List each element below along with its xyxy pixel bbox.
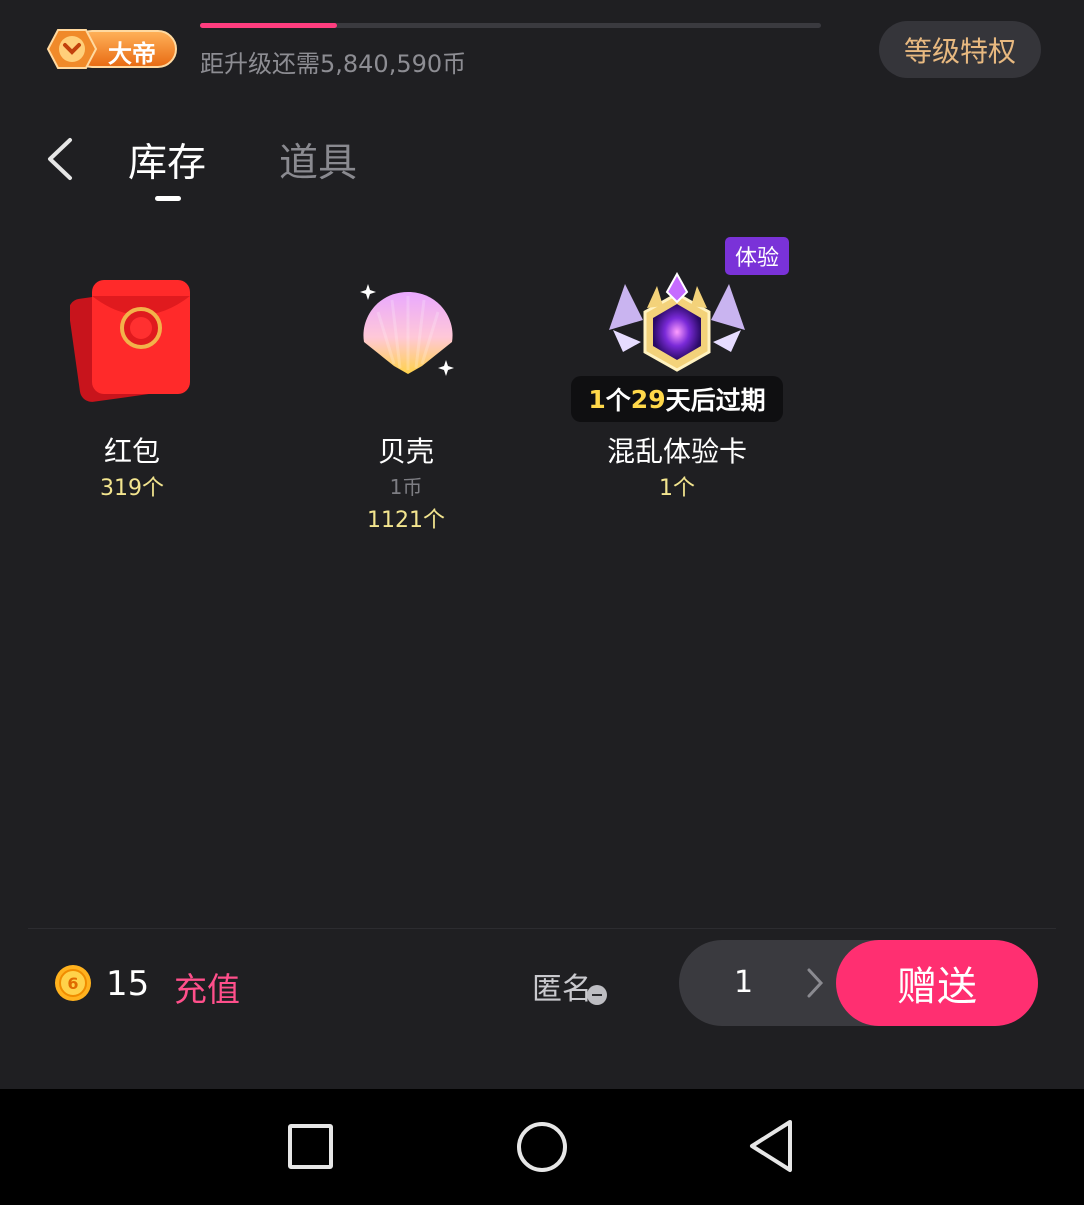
- square-recent-icon[interactable]: [288, 1124, 333, 1169]
- active-tab-indicator: [155, 196, 181, 201]
- expire-days-suffix: 天后过期: [665, 386, 766, 415]
- red-envelope-icon: [68, 276, 196, 406]
- shell-icon: [356, 282, 460, 386]
- item-price: 1币: [389, 475, 423, 499]
- anonymous-label[interactable]: 匿名: [532, 964, 592, 1008]
- recharge-button[interactable]: 充值: [174, 963, 240, 1011]
- item-count: 319个: [100, 476, 164, 501]
- item-name: 红包: [103, 435, 160, 468]
- item-count: 1121个: [367, 508, 445, 533]
- bottom-divider: [28, 928, 1056, 929]
- inventory-item-red-envelope[interactable]: 红包 319个: [52, 268, 212, 501]
- svg-text:6: 6: [67, 974, 78, 993]
- tab-props[interactable]: 道具: [279, 132, 357, 188]
- level-privilege-button[interactable]: 等级特权: [879, 21, 1041, 78]
- coin-balance: 15: [106, 964, 150, 1004]
- triangle-back-icon[interactable]: [746, 1118, 796, 1174]
- trial-tag: 体验: [725, 237, 789, 275]
- chevron-right-icon[interactable]: [804, 966, 826, 1000]
- coin-icon: 6: [54, 964, 92, 1002]
- level-badge-label: 大帝: [108, 40, 156, 68]
- expire-count: 1: [588, 384, 606, 414]
- level-badge: 大帝: [44, 24, 178, 74]
- inventory-item-chaos-trial-card[interactable]: 体验 混乱体验卡 1个: [597, 236, 789, 501]
- tab-inventory[interactable]: 库存: [128, 132, 206, 188]
- circle-home-icon[interactable]: [517, 1122, 567, 1172]
- item-name: 贝壳: [377, 435, 434, 468]
- item-name: 混乱体验卡: [606, 435, 747, 468]
- send-gift-button[interactable]: 赠送: [836, 940, 1038, 1026]
- anonymous-toggle-icon[interactable]: [587, 985, 607, 1005]
- upgrade-requirement-text: 距升级还需5,840,590币: [200, 50, 467, 78]
- inventory-item-shell[interactable]: 贝壳 1币 1121个: [326, 268, 486, 533]
- item-count: 1个: [659, 476, 695, 501]
- expire-days: 29: [630, 384, 666, 414]
- purple-crest-icon: [605, 271, 749, 386]
- expire-badge: 1 个 29 天后过期: [571, 376, 783, 422]
- back-arrow-icon[interactable]: [40, 130, 86, 188]
- expire-count-unit: 个: [605, 386, 631, 415]
- level-progress-bar: [200, 23, 821, 28]
- level-progress-fill: [200, 23, 337, 28]
- quantity-value[interactable]: 1: [734, 965, 753, 1000]
